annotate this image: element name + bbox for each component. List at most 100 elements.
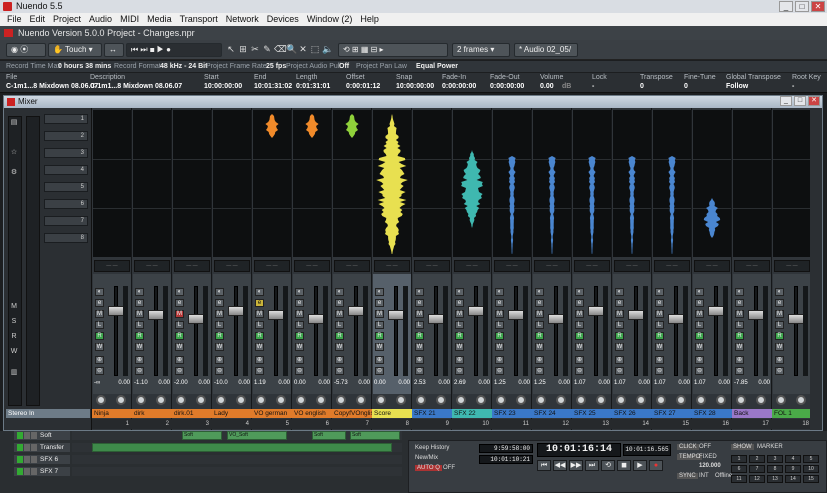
edit-mode-button[interactable]: ↔: [104, 43, 124, 57]
listen-button[interactable]: L: [415, 321, 424, 329]
gain-knob[interactable]: [116, 395, 126, 405]
monitor-button[interactable]: ◐: [575, 288, 584, 296]
volume-value[interactable]: 1.07: [574, 380, 586, 386]
volume-fader[interactable]: [388, 310, 404, 320]
mixer-right-scroll[interactable]: [810, 108, 822, 430]
gain-knob[interactable]: [396, 395, 406, 405]
secondary-time-display[interactable]: 10:01:16.565: [623, 444, 671, 456]
mute-button[interactable]: M: [175, 310, 184, 318]
marker-button[interactable]: 5: [803, 455, 819, 463]
global-write-icon[interactable]: W: [7, 348, 21, 358]
rewind-button[interactable]: ◀◀: [553, 460, 567, 471]
transport-mini-buttons[interactable]: ⏮ ⏭ ◼ ▶ ●: [126, 43, 222, 57]
monitor-button[interactable]: ◐: [255, 288, 264, 296]
inserts-bypass-button[interactable]: ⊖: [575, 367, 584, 375]
listen-button[interactable]: L: [655, 321, 664, 329]
stop-button[interactable]: ◼: [617, 460, 631, 471]
audio-clip[interactable]: VO_Soft: [227, 431, 287, 440]
volume-fader[interactable]: [348, 306, 364, 316]
menu-item-midi[interactable]: MIDI: [116, 13, 143, 26]
write-button[interactable]: W: [95, 343, 104, 351]
channel-name[interactable]: SFX 26: [612, 409, 652, 418]
write-button[interactable]: W: [735, 343, 744, 351]
volume-value[interactable]: 1.07: [614, 380, 626, 386]
edit-button[interactable]: e: [295, 299, 304, 307]
track-header[interactable]: Soft: [14, 431, 70, 440]
listen-button[interactable]: L: [335, 321, 344, 329]
track-header[interactable]: Transfer: [14, 443, 70, 452]
go-to-start-button[interactable]: ⏮: [537, 460, 551, 471]
mute-button[interactable]: M: [575, 310, 584, 318]
inserts-bypass-button[interactable]: ⊖: [375, 367, 384, 375]
volume-value[interactable]: -5.73: [334, 380, 348, 386]
volume-value[interactable]: 1.25: [494, 380, 506, 386]
gain-knob[interactable]: [756, 395, 766, 405]
track-solo-button[interactable]: [31, 432, 37, 439]
edit-button[interactable]: e: [535, 299, 544, 307]
primary-time-display[interactable]: 10:01:16:14: [537, 443, 621, 457]
view-channels-icon[interactable]: ▥: [7, 368, 21, 378]
track-play-icon[interactable]: [17, 432, 23, 439]
volume-fader[interactable]: [548, 314, 564, 324]
monitor-button[interactable]: ◐: [495, 288, 504, 296]
record-button[interactable]: ●: [649, 460, 663, 471]
edit-button[interactable]: e: [135, 299, 144, 307]
listen-button[interactable]: L: [135, 321, 144, 329]
inserts-bypass-button[interactable]: ⊖: [295, 367, 304, 375]
volume-fader[interactable]: [748, 310, 764, 320]
insert-slot[interactable]: — —: [614, 260, 650, 272]
gain-knob[interactable]: [716, 395, 726, 405]
close-button[interactable]: ✕: [811, 1, 825, 12]
read-button[interactable]: R: [415, 332, 424, 340]
gain-knob[interactable]: [156, 395, 166, 405]
inserts-bypass-button[interactable]: ⊖: [735, 367, 744, 375]
info-value[interactable]: 10:01:31:02: [254, 83, 292, 90]
read-button[interactable]: R: [175, 332, 184, 340]
track-mute-button[interactable]: [24, 444, 30, 451]
global-solo-icon[interactable]: S: [7, 318, 21, 328]
new-mix-label[interactable]: New/Mix: [415, 455, 438, 461]
listen-button[interactable]: L: [695, 321, 704, 329]
solo-defeat-button[interactable]: ⊕: [535, 356, 544, 364]
marker-button[interactable]: 3: [767, 455, 783, 463]
read-button[interactable]: R: [215, 332, 224, 340]
volume-fader[interactable]: [668, 314, 684, 324]
edit-button[interactable]: e: [575, 299, 584, 307]
solo-defeat-button[interactable]: ⊕: [615, 356, 624, 364]
write-button[interactable]: W: [415, 343, 424, 351]
insert-slot[interactable]: — —: [94, 260, 130, 272]
mute-button[interactable]: M: [375, 310, 384, 318]
write-button[interactable]: W: [455, 343, 464, 351]
info-value[interactable]: C-1m1...8 Mixdown 08.06.07: [6, 83, 98, 90]
solo-defeat-button[interactable]: ⊕: [255, 356, 264, 364]
audio-clip[interactable]: Soft: [312, 431, 346, 440]
volume-fader[interactable]: [148, 310, 164, 320]
listen-button[interactable]: L: [575, 321, 584, 329]
routing-slot[interactable]: 8: [44, 233, 88, 243]
volume-fader[interactable]: [708, 306, 724, 316]
mute-button[interactable]: M: [415, 310, 424, 318]
gain-knob[interactable]: [516, 395, 526, 405]
marker-button[interactable]: 7: [749, 465, 765, 473]
routing-slot[interactable]: 1: [44, 114, 88, 124]
mixer-maximize-button[interactable]: □: [794, 96, 806, 106]
listen-button[interactable]: L: [735, 321, 744, 329]
read-button[interactable]: R: [535, 332, 544, 340]
menu-item-window-2-[interactable]: Window (2): [303, 13, 357, 26]
read-button[interactable]: R: [655, 332, 664, 340]
edit-button[interactable]: e: [655, 299, 664, 307]
volume-value[interactable]: -10.0: [214, 380, 228, 386]
insert-slot[interactable]: — —: [454, 260, 490, 272]
inserts-bypass-button[interactable]: ⊖: [535, 367, 544, 375]
status-value[interactable]: 25 fps: [266, 61, 286, 72]
insert-slot[interactable]: — —: [334, 260, 370, 272]
info-value[interactable]: C-1m1...8 Mixdown 08.06.07: [90, 83, 182, 90]
mixer-close-button[interactable]: ✕: [808, 96, 820, 106]
channel-name[interactable]: SFX 28: [692, 409, 732, 418]
mute-button[interactable]: M: [615, 310, 624, 318]
edit-button[interactable]: e: [455, 299, 464, 307]
volume-fader[interactable]: [788, 314, 804, 324]
insert-slot[interactable]: — —: [654, 260, 690, 272]
write-button[interactable]: W: [135, 343, 144, 351]
info-value[interactable]: 0: [640, 83, 644, 90]
